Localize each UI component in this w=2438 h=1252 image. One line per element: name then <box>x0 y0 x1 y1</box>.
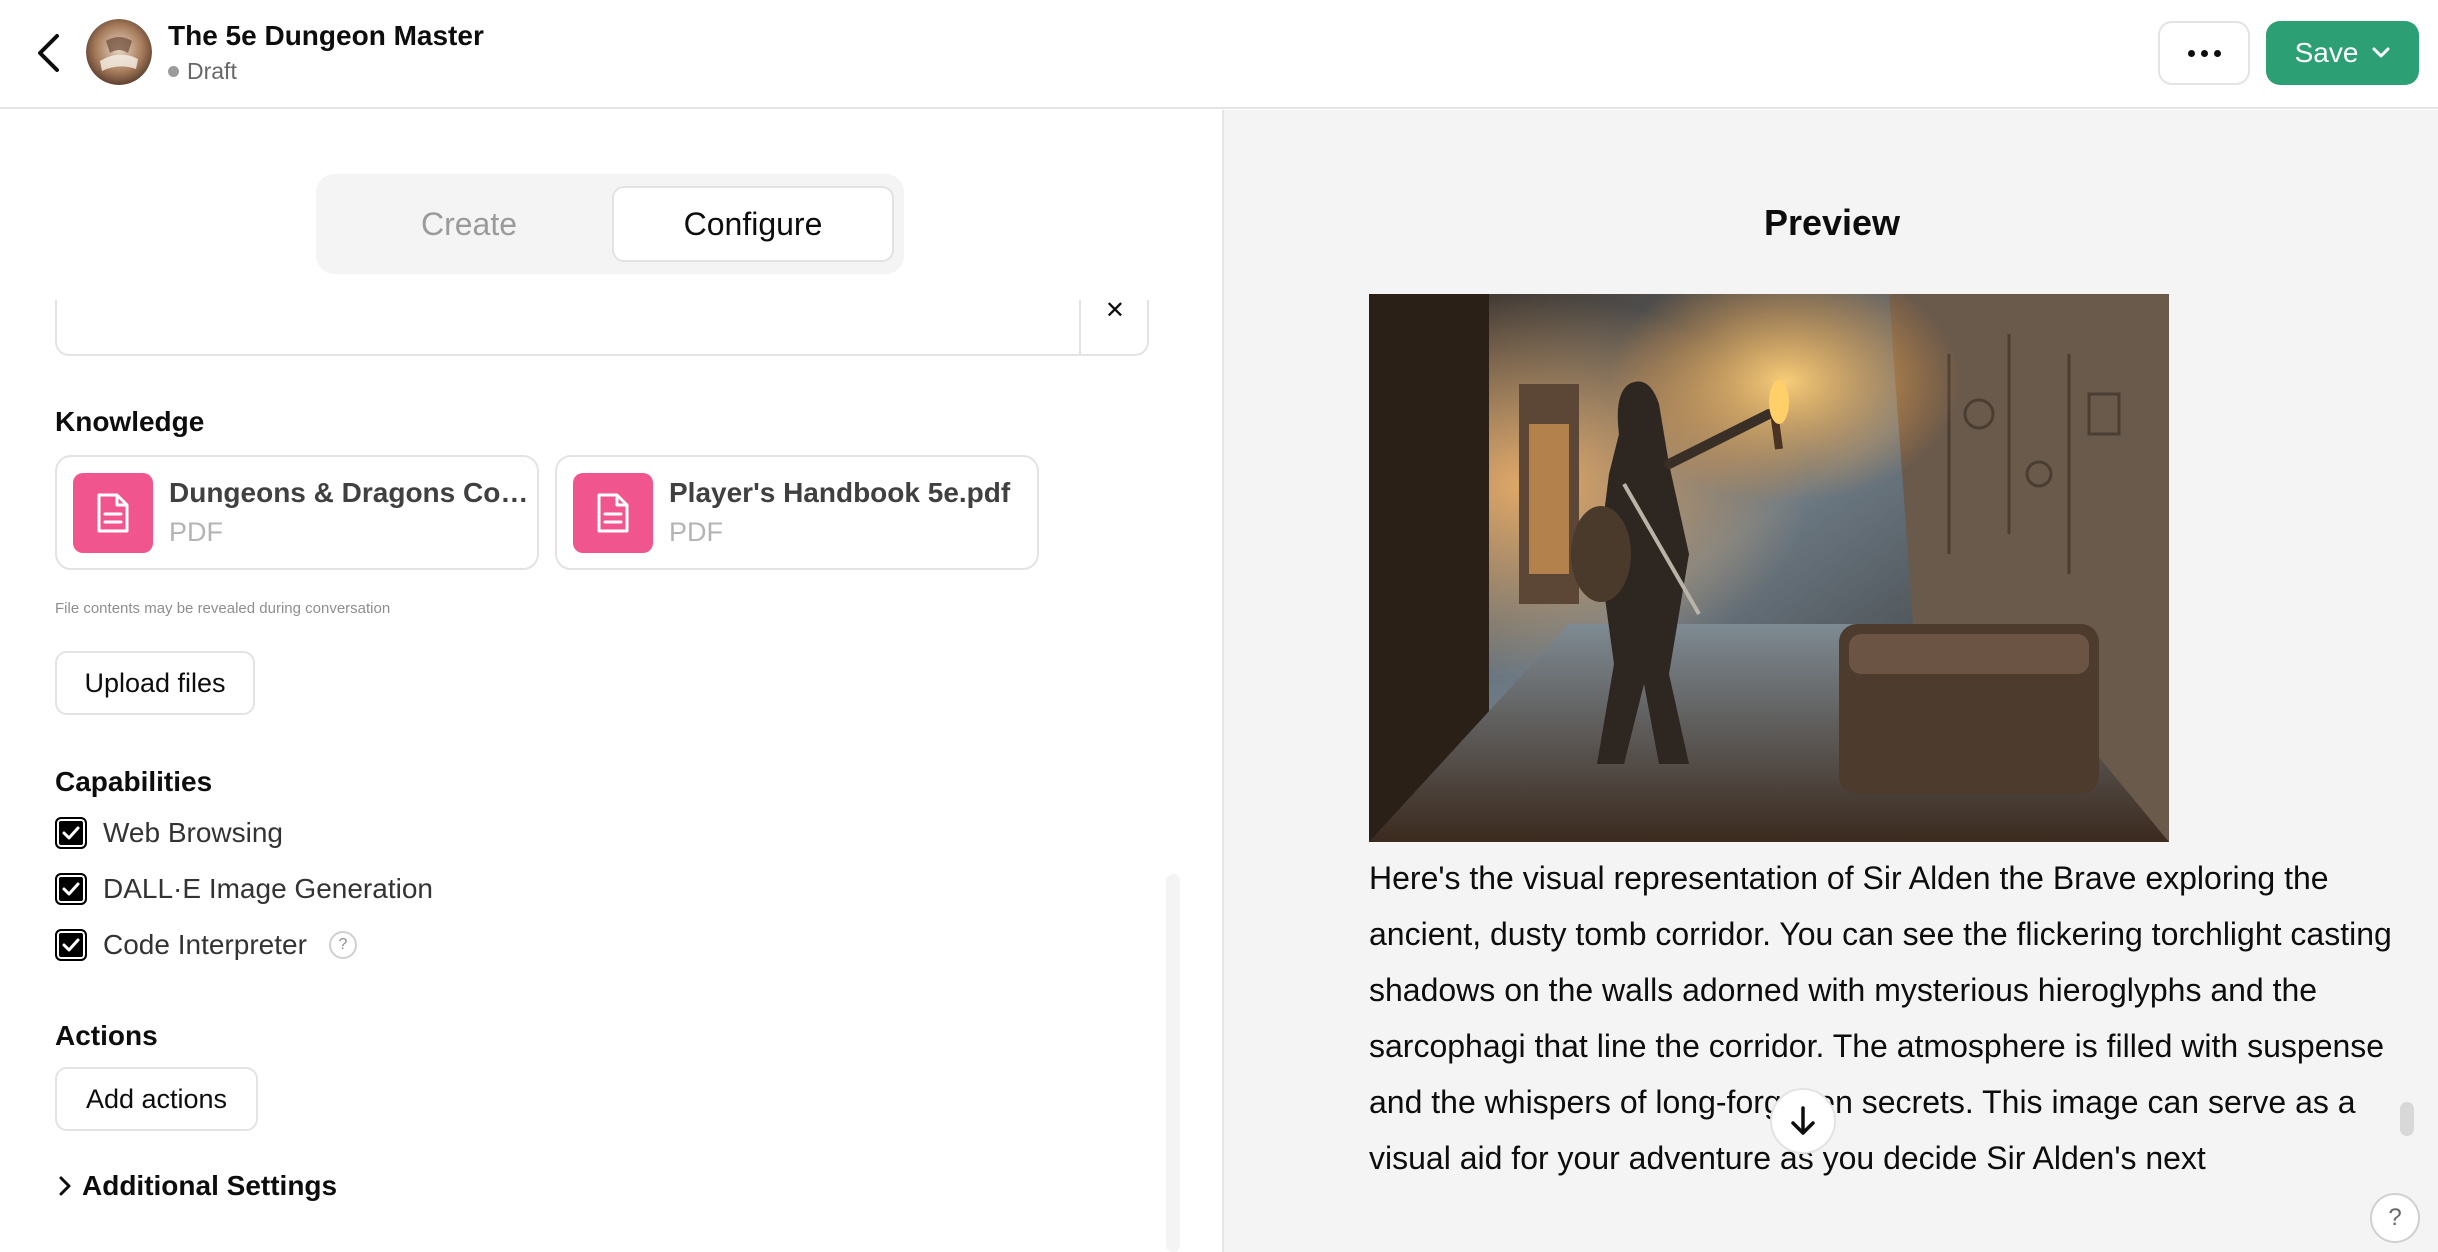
knowledge-note: File contents may be revealed during con… <box>55 600 391 617</box>
checkbox-checked-icon[interactable] <box>55 873 87 905</box>
scrollbar[interactable] <box>1166 874 1180 1252</box>
knowledge-file-card[interactable]: Player's Handbook 5e.pdf PDF <box>555 455 1039 570</box>
document-icon <box>573 473 653 553</box>
chevron-down-icon <box>2372 47 2390 58</box>
remove-starter-icon[interactable]: ✕ <box>1105 296 1125 325</box>
status-label: Draft <box>187 58 237 84</box>
capabilities-heading: Capabilities <box>55 766 213 797</box>
input-divider <box>1079 300 1081 356</box>
help-button[interactable]: ? <box>2370 1193 2420 1243</box>
back-button[interactable] <box>26 28 70 78</box>
assistant-message: Here's the visual representation of Sir … <box>1369 860 2392 1176</box>
checkbox-checked-icon[interactable] <box>55 929 87 961</box>
capability-dalle[interactable]: DALL·E Image Generation <box>55 873 433 905</box>
capability-label: Code Interpreter <box>103 929 307 960</box>
ellipsis-dot <box>2200 49 2208 57</box>
knowledge-heading: Knowledge <box>55 406 205 437</box>
file-name: Player's Handbook 5e.pdf <box>669 477 1011 508</box>
tab-create[interactable]: Create <box>328 186 610 262</box>
capability-label: Web Browsing <box>103 817 284 848</box>
scrollbar-thumb[interactable] <box>2400 1102 2414 1136</box>
mode-switcher: Create Configure <box>316 174 904 274</box>
add-actions-button[interactable]: Add actions <box>55 1067 258 1131</box>
capability-code-interpreter[interactable]: Code Interpreter ? <box>55 929 357 961</box>
chevron-left-icon <box>38 34 59 72</box>
configure-panel: Create Configure ✕ Knowledge Dungeons & … <box>0 110 1222 1252</box>
arrow-down-icon <box>1791 1106 1815 1135</box>
save-button[interactable]: Save <box>2266 21 2419 85</box>
ellipsis-dot <box>2213 49 2221 57</box>
file-name: Dungeons & Dragons Core... <box>169 477 529 508</box>
ellipsis-icon <box>2187 49 2195 57</box>
more-options-button[interactable] <box>2158 21 2250 85</box>
conversation-starter-input[interactable]: ✕ <box>55 297 1149 356</box>
file-type: PDF <box>669 517 723 547</box>
actions-heading: Actions <box>55 1020 158 1051</box>
preview-panel: Preview Here's the visual representation… <box>1222 110 2438 1252</box>
gpt-avatar[interactable] <box>86 19 152 85</box>
upload-files-button[interactable]: Upload files <box>55 651 255 715</box>
additional-settings-label: Additional Settings <box>82 1170 338 1201</box>
file-type: PDF <box>169 517 223 547</box>
tab-configure[interactable]: Configure <box>612 186 894 262</box>
gpt-title: The 5e Dungeon Master <box>168 20 484 51</box>
save-label: Save <box>2294 37 2359 68</box>
status-dot-icon <box>168 66 179 77</box>
capability-label: DALL·E Image Generation <box>103 873 433 904</box>
additional-settings-toggle[interactable]: Additional Settings <box>58 1170 337 1202</box>
generated-image[interactable] <box>1369 294 2169 842</box>
checkbox-checked-icon[interactable] <box>55 817 87 849</box>
document-icon <box>73 473 153 553</box>
scroll-down-button[interactable] <box>1770 1088 1836 1154</box>
draft-status: Draft <box>168 58 237 85</box>
help-icon[interactable]: ? <box>328 931 357 959</box>
header-bar: The 5e Dungeon Master Draft Save <box>0 0 2438 109</box>
capability-web-browsing[interactable]: Web Browsing <box>55 817 283 849</box>
chevron-right-icon <box>59 1176 71 1196</box>
knowledge-file-card[interactable]: Dungeons & Dragons Core... PDF <box>55 455 539 570</box>
preview-title: Preview <box>1763 202 1901 243</box>
